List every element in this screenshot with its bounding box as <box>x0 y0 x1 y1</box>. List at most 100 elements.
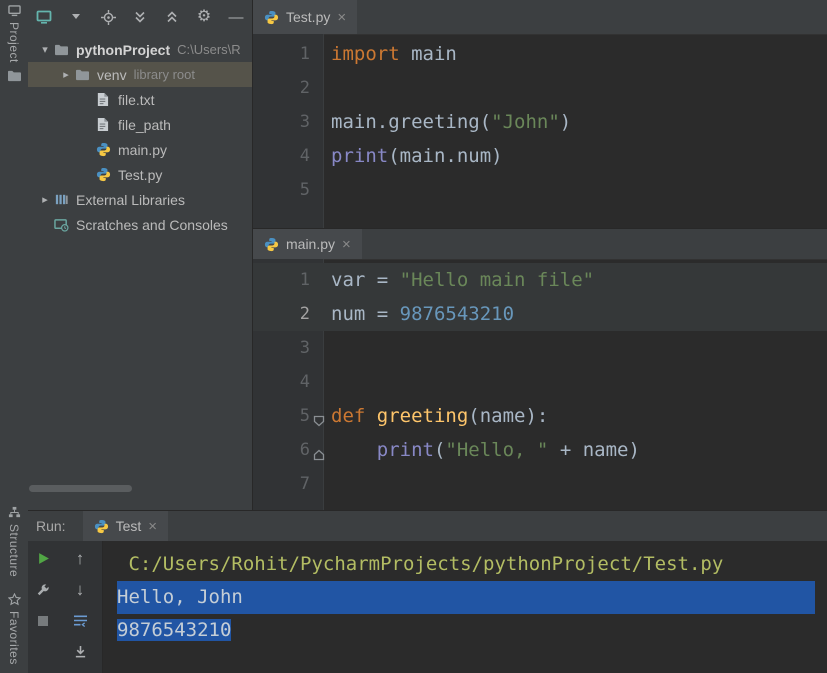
code-line-3[interactable]: 3 main.greeting("John") <box>253 105 827 139</box>
tree-item-test-py[interactable]: Test.py <box>28 162 252 187</box>
chevron-down-icon[interactable]: ▾ <box>36 43 54 56</box>
up-stack-trace-icon[interactable]: ↑ <box>72 550 89 567</box>
locate-file-icon[interactable] <box>100 9 116 25</box>
settings-gear-icon[interactable]: ⚙ <box>196 9 212 25</box>
fold-close-icon[interactable] <box>313 444 325 456</box>
console-line-2[interactable]: Hello, John <box>117 581 815 614</box>
run-panel-label: Run: <box>36 518 66 534</box>
project-panel: ⚙— ▾pythonProjectC:\Users\R▸venvlibrary … <box>28 0 252 510</box>
tab-label: Test.py <box>286 9 330 25</box>
editor-test-py[interactable]: 1import main 2 3 main.greeting("John") 4prin… <box>253 34 827 231</box>
code-text: import main <box>331 43 457 65</box>
code-line-5[interactable]: 5def greeting(name): <box>253 399 827 433</box>
code-line-3[interactable]: 3 <box>253 331 827 365</box>
file-icon <box>96 92 116 107</box>
tree-item-label: main.py <box>118 142 167 158</box>
stop-icon[interactable] <box>35 612 52 629</box>
tree-item-label: file_path <box>118 117 171 133</box>
structure-tool-button[interactable]: Structure <box>7 506 21 577</box>
tree-item-file-txt[interactable]: file.txt <box>28 87 252 112</box>
tree-item-scratches-and-consoles[interactable]: Scratches and Consoles <box>28 212 252 237</box>
tree-item-label: External Libraries <box>76 192 185 208</box>
expand-all-icon[interactable] <box>132 9 148 25</box>
code-text: print("Hello, " + name) <box>331 439 640 461</box>
tab-label: Test <box>116 518 142 534</box>
down-stack-trace-icon[interactable]: ↓ <box>72 581 89 598</box>
tree-item-label: file.txt <box>118 92 155 108</box>
tool-window-icon <box>8 5 21 17</box>
run-panel: Run: Test × ↑ ↓ C:/Users/Rohit/PycharmPro… <box>28 510 827 673</box>
code-line-1[interactable]: 1import main <box>253 37 827 71</box>
tab-run-test[interactable]: Test × <box>83 511 168 541</box>
editor-tabbar-bottom: main.py × <box>253 228 827 260</box>
code-text: print(main.num) <box>331 145 503 167</box>
code-line-2[interactable]: 2num = 9876543210 <box>253 297 827 331</box>
tool-window-options-icon[interactable] <box>36 9 52 25</box>
line-number: 3 <box>253 112 323 132</box>
tree-item-label: Test.py <box>118 167 162 183</box>
tree-item-pythonproject[interactable]: ▾ pythonProject C:\Users\R <box>28 37 252 62</box>
chevron-right-icon[interactable]: ▸ <box>57 68 75 81</box>
code-text: def greeting(name): <box>331 405 548 427</box>
python-icon <box>96 142 116 157</box>
soft-wrap-icon[interactable] <box>72 612 89 629</box>
tree-item-suffix: C:\Users\R <box>177 42 241 57</box>
close-icon[interactable]: × <box>342 237 351 252</box>
tree-item-venv[interactable]: ▸ venv library root <box>28 62 252 87</box>
python-icon <box>264 10 279 25</box>
favorites-tool-button[interactable]: Favorites <box>7 593 21 665</box>
tab-test-py[interactable]: Test.py × <box>253 0 357 34</box>
run-header: Run: Test × <box>28 511 827 541</box>
run-console[interactable]: C:/Users/Rohit/PycharmProjects/pythonPro… <box>103 541 827 673</box>
close-icon[interactable]: × <box>337 10 346 25</box>
code-line-6[interactable]: 6 print("Hello, " + name) <box>253 433 827 467</box>
structure-icon <box>8 506 21 519</box>
code-text: main.greeting("John") <box>331 111 571 133</box>
left-tool-strip: Project Structure Favorites <box>0 0 29 673</box>
project-tool-button[interactable]: Project <box>7 5 21 63</box>
tree-item-external-libraries[interactable]: ▸ External Libraries <box>28 187 252 212</box>
folder-icon <box>75 68 95 81</box>
folder-icon <box>7 69 22 82</box>
code-text: var = "Hello main file" <box>331 269 594 291</box>
tree-item-file-path[interactable]: file_path <box>28 112 252 137</box>
python-icon <box>96 167 116 182</box>
code-line-4[interactable]: 4print(main.num) <box>253 139 827 173</box>
file-icon <box>96 117 116 132</box>
tree-item-suffix: library root <box>134 67 195 82</box>
line-number: 7 <box>253 474 323 494</box>
code-line-4[interactable]: 4 <box>253 365 827 399</box>
line-number: 2 <box>253 78 323 98</box>
editor-main-py[interactable]: 1var = "Hello main file"2num = 987654321… <box>253 259 827 514</box>
chevron-right-icon[interactable]: ▸ <box>36 193 54 206</box>
rerun-icon[interactable] <box>35 550 52 567</box>
tree-item-label: pythonProject <box>76 42 170 58</box>
hide-panel-icon[interactable]: — <box>228 9 244 25</box>
horizontal-scrollbar[interactable] <box>29 485 132 492</box>
code-line-1[interactable]: 1var = "Hello main file" <box>253 263 827 297</box>
pycharm-window: Project Structure Favorites ⚙— ▾pythonPr… <box>0 0 827 673</box>
fold-open-icon[interactable] <box>313 410 325 422</box>
project-toolbar: ⚙— <box>28 0 252 34</box>
run-body: ↑ ↓ C:/Users/Rohit/PycharmProjects/python… <box>28 541 827 673</box>
favorites-tool-label: Favorites <box>7 611 21 665</box>
code-line-2[interactable]: 2 <box>253 71 827 105</box>
line-number: 2 <box>253 304 323 324</box>
console-line-3[interactable]: 9876543210 <box>117 614 815 647</box>
tree-item-label: venv <box>97 67 127 83</box>
caret-down-icon[interactable] <box>68 9 84 25</box>
tree-item-main-py[interactable]: main.py <box>28 137 252 162</box>
close-icon[interactable]: × <box>148 519 157 534</box>
tree-item-label: Scratches and Consoles <box>76 217 228 233</box>
code-line-5[interactable]: 5 <box>253 173 827 207</box>
collapse-all-icon[interactable] <box>164 9 180 25</box>
python-icon <box>264 237 279 252</box>
console-line-1[interactable]: C:/Users/Rohit/PycharmProjects/pythonPro… <box>117 548 815 581</box>
project-tool-label: Project <box>7 22 21 63</box>
build-wrench-icon[interactable] <box>35 581 52 598</box>
editor-tabbar-top: Test.py × <box>253 0 827 35</box>
scroll-to-end-icon[interactable] <box>72 643 89 660</box>
python-icon <box>94 519 109 534</box>
code-line-7[interactable]: 7 <box>253 467 827 501</box>
tab-main-py[interactable]: main.py × <box>253 229 362 259</box>
